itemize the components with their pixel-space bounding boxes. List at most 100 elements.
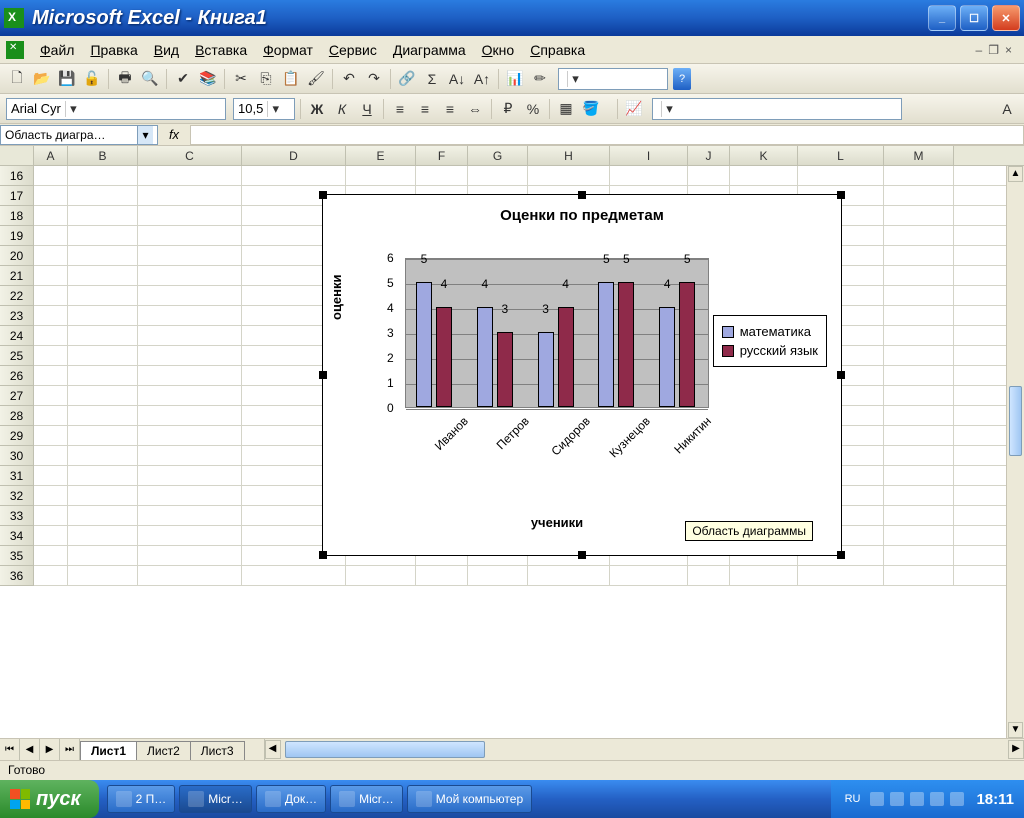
chart-wizard-button[interactable]: 📊 (504, 68, 526, 90)
new-button[interactable]: 🗋 (6, 68, 28, 90)
open-button[interactable]: 📂 (31, 68, 53, 90)
vertical-scrollbar[interactable]: ▲ ▼ (1006, 166, 1024, 738)
scroll-down-button[interactable]: ▼ (1008, 722, 1023, 738)
resize-handle[interactable] (578, 191, 586, 199)
menu-Файл[interactable]: Файл (32, 40, 82, 60)
resize-handle[interactable] (837, 551, 845, 559)
menu-Вид[interactable]: Вид (146, 40, 187, 60)
column-header[interactable]: M (884, 146, 954, 165)
window-close-button[interactable]: ✕ (992, 5, 1020, 31)
print-preview-button[interactable]: 🔍 (139, 68, 161, 90)
tray-icon[interactable] (930, 792, 944, 806)
italic-button[interactable]: К (331, 98, 353, 120)
taskbar-item[interactable]: Мой компьютер (407, 785, 532, 813)
column-header[interactable]: G (468, 146, 528, 165)
bar[interactable] (416, 282, 432, 407)
scroll-thumb[interactable] (1009, 386, 1022, 456)
plot-area[interactable]: 5443345545 (405, 258, 709, 408)
select-all-corner[interactable] (0, 146, 34, 165)
font-color-button[interactable]: A (996, 98, 1018, 120)
row-header[interactable]: 20 (0, 246, 34, 266)
bold-button[interactable]: Ж (306, 98, 328, 120)
doc-minimize-button[interactable]: – (976, 43, 983, 57)
tab-nav-next[interactable]: ▶ (40, 739, 60, 760)
start-button[interactable]: пуск (0, 780, 99, 818)
row-header[interactable]: 25 (0, 346, 34, 366)
name-box[interactable]: Область диагра… ▾ (0, 125, 158, 145)
help-button[interactable]: ? (673, 68, 691, 90)
legend-entry[interactable]: русский язык (722, 341, 818, 360)
row-header[interactable]: 28 (0, 406, 34, 426)
tray-icon[interactable] (910, 792, 924, 806)
chart-title[interactable]: Оценки по предметам (323, 195, 841, 230)
row-header[interactable]: 29 (0, 426, 34, 446)
row-header[interactable]: 35 (0, 546, 34, 566)
underline-button[interactable]: Ч (356, 98, 378, 120)
row-header[interactable]: 31 (0, 466, 34, 486)
menu-Окно[interactable]: Окно (474, 40, 523, 60)
menu-Формат[interactable]: Формат (255, 40, 321, 60)
row-header[interactable]: 17 (0, 186, 34, 206)
copy-button[interactable]: ⎘ (255, 68, 277, 90)
redo-button[interactable]: ↷ (363, 68, 385, 90)
currency-button[interactable]: ₽ (497, 98, 519, 120)
horizontal-scrollbar[interactable]: ◀ ▶ (264, 739, 1024, 760)
menu-Диаграмма[interactable]: Диаграмма (385, 40, 474, 60)
taskbar-clock[interactable]: 18:11 (976, 791, 1014, 808)
align-right-button[interactable]: ≡ (439, 98, 461, 120)
merge-center-button[interactable]: ⇔ (464, 98, 486, 120)
column-header[interactable]: E (346, 146, 416, 165)
document-icon[interactable] (6, 41, 24, 59)
print-button[interactable]: 🖶 (114, 68, 136, 90)
chart-legend[interactable]: математикарусский язык (713, 315, 827, 367)
row-header[interactable]: 22 (0, 286, 34, 306)
bar[interactable] (659, 307, 675, 407)
cut-button[interactable]: ✂ (230, 68, 252, 90)
paste-button[interactable]: 📋 (280, 68, 302, 90)
resize-handle[interactable] (837, 191, 845, 199)
resize-handle[interactable] (319, 191, 327, 199)
row-header[interactable]: 34 (0, 526, 34, 546)
menu-Справка[interactable]: Справка (522, 40, 593, 60)
sort-asc-button[interactable]: A↓ (446, 68, 468, 90)
zoom-combo[interactable]: ▾ (558, 68, 668, 90)
row-header[interactable]: 30 (0, 446, 34, 466)
bar[interactable] (598, 282, 614, 407)
column-header[interactable]: A (34, 146, 68, 165)
scroll-left-button[interactable]: ◀ (265, 740, 281, 759)
font-name-combo[interactable]: Arial Cyr▾ (6, 98, 226, 120)
taskbar-item[interactable]: Micr… (330, 785, 403, 813)
row-header[interactable]: 21 (0, 266, 34, 286)
window-maximize-button[interactable]: ☐ (960, 5, 988, 31)
column-header[interactable]: C (138, 146, 242, 165)
research-button[interactable]: 📚 (197, 68, 219, 90)
bar[interactable] (538, 332, 554, 407)
column-header[interactable]: J (688, 146, 730, 165)
chart-object[interactable]: Оценки по предметам оценки 5443345545 01… (322, 194, 842, 556)
row-header[interactable]: 18 (0, 206, 34, 226)
resize-handle[interactable] (319, 371, 327, 379)
bar[interactable] (497, 332, 513, 407)
taskbar-item[interactable]: Micr… (179, 785, 252, 813)
doc-restore-button[interactable]: ❐ (988, 43, 999, 57)
resize-handle[interactable] (578, 551, 586, 559)
worksheet-area[interactable]: ABCDEFGHIJKLM 16171819202122232425262728… (0, 146, 1024, 738)
tab-nav-first[interactable]: ⏮ (0, 739, 20, 760)
column-header[interactable]: D (242, 146, 346, 165)
bar[interactable] (618, 282, 634, 407)
row-header[interactable]: 32 (0, 486, 34, 506)
sort-desc-button[interactable]: A↑ (471, 68, 493, 90)
formula-input[interactable] (190, 125, 1024, 145)
column-header[interactable]: I (610, 146, 688, 165)
font-size-combo[interactable]: 10,5▾ (233, 98, 295, 120)
row-header[interactable]: 19 (0, 226, 34, 246)
doc-close-button[interactable]: × (1005, 43, 1012, 57)
permission-button[interactable]: 🔓 (81, 68, 103, 90)
tab-nav-last[interactable]: ⏭ (60, 739, 80, 760)
row-header[interactable]: 36 (0, 566, 34, 586)
x-axis-label[interactable]: ученики (405, 515, 709, 530)
bar[interactable] (558, 307, 574, 407)
align-center-button[interactable]: ≡ (414, 98, 436, 120)
menu-Сервис[interactable]: Сервис (321, 40, 385, 60)
column-header[interactable]: F (416, 146, 468, 165)
